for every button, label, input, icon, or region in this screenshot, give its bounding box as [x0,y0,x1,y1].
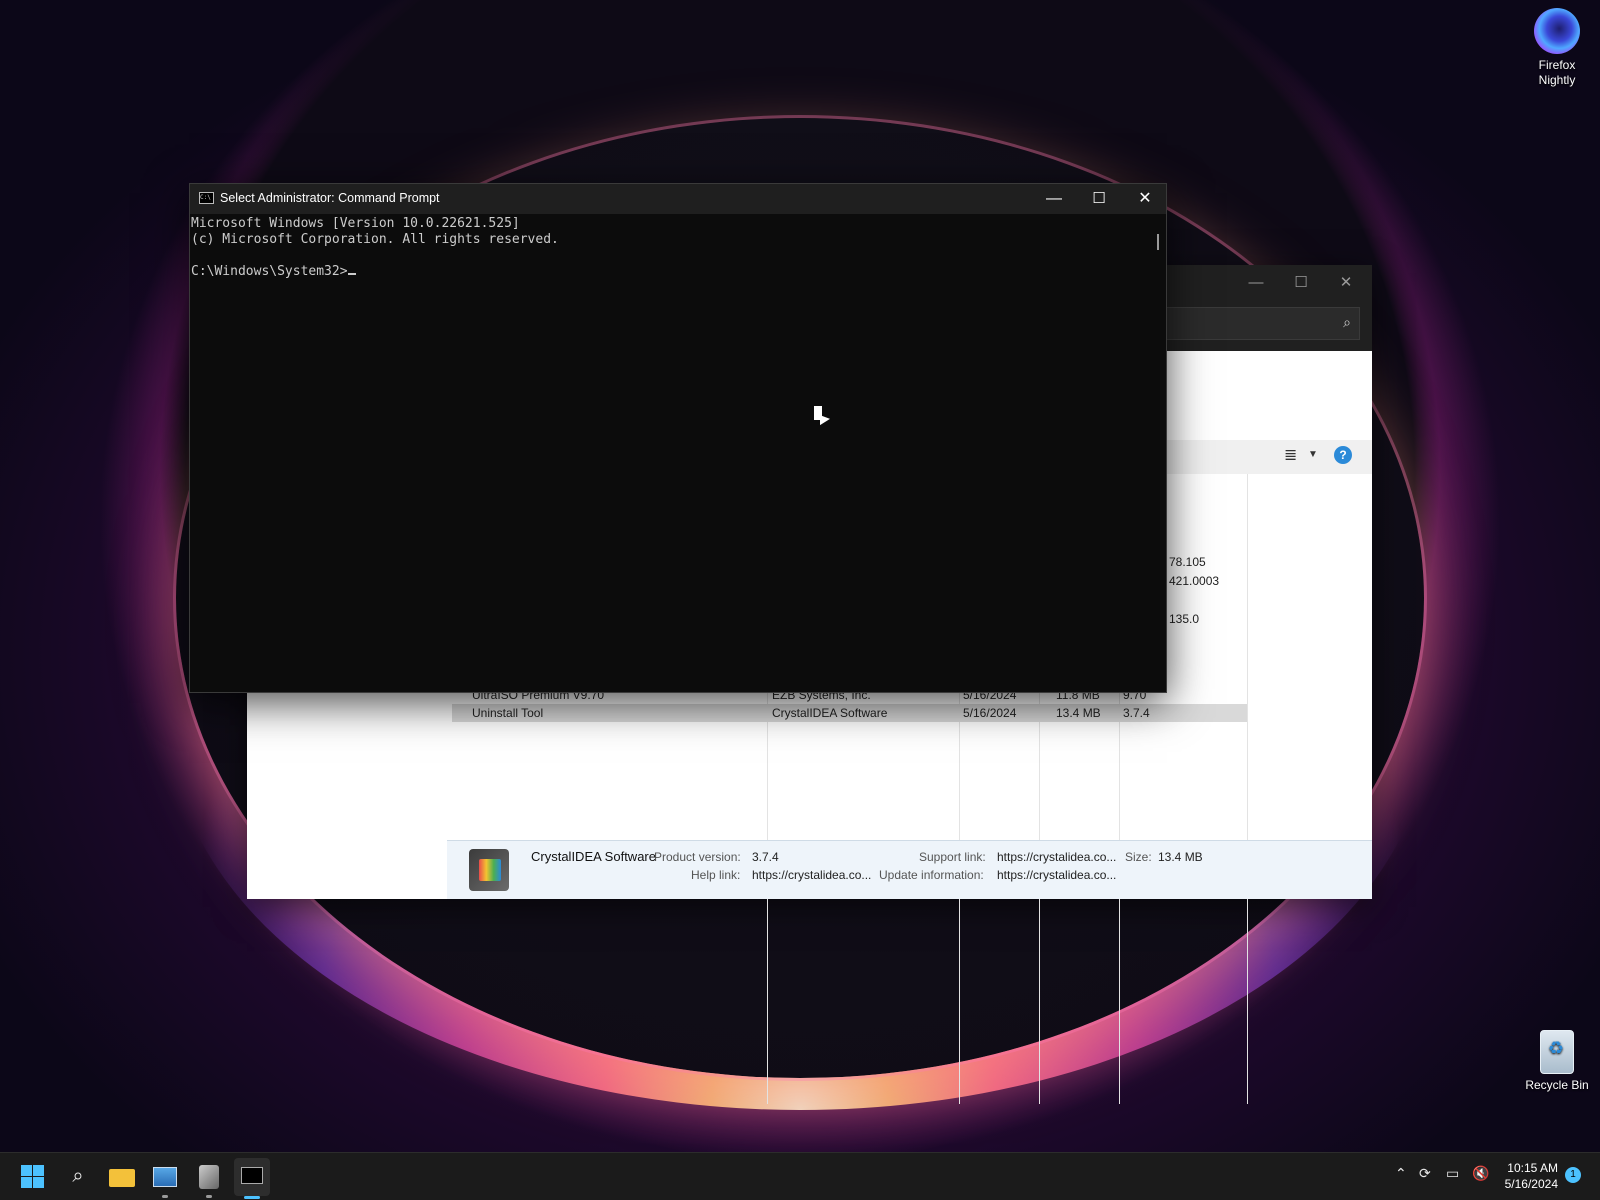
firefox-nightly-icon [1534,8,1580,54]
taskbar-control-panel[interactable] [149,1161,181,1193]
windows-logo-icon [33,1177,44,1188]
firefox-label-line2: Nightly [1538,73,1576,87]
cmd-console-output[interactable]: Microsoft Windows [Version 10.0.22621.52… [190,214,1148,692]
windows-logo-icon [21,1177,32,1188]
cmd-scrollbar[interactable] [1157,234,1159,250]
ut-search-input[interactable]: ⌕ [1147,307,1360,340]
row-version: 3.7.4 [1123,706,1150,720]
table-row-selected[interactable]: Uninstall Tool CrystalIDEA Software 5/16… [452,704,1247,722]
detail-publisher: CrystalIDEA Software [531,849,656,864]
row-publisher: CrystalIDEA Software [772,706,888,720]
terminal-icon [241,1167,263,1184]
version-cell: 135.0 [1169,612,1200,626]
column-divider [1247,474,1248,1104]
taskbar-search-button[interactable]: ⌕ [62,1161,94,1193]
ut-minimize-button[interactable]: — [1234,269,1278,297]
version-cell: 421.0003 [1169,574,1220,588]
network-icon[interactable]: ▭ [1446,1165,1459,1182]
console-prompt-line[interactable]: C:\Windows\System32> [191,264,1148,280]
cmd-titlebar[interactable]: C:\ Select Administrator: Command Prompt… [190,184,1166,214]
start-button[interactable] [18,1161,50,1193]
folder-icon [109,1169,135,1187]
search-icon: ⌕ [1343,314,1351,330]
detail-size-label: Size: [1125,850,1152,864]
uninstall-tool-icon [199,1165,219,1189]
version-cell: 78.105 [1169,555,1206,569]
desktop-icon-firefox-nightly[interactable]: Firefox Nightly [1517,8,1597,88]
detail-update-info-label: Update information: [879,868,984,882]
detail-product-version: 3.7.4 [752,850,779,864]
taskbar-command-prompt[interactable] [234,1158,270,1196]
detail-help-link[interactable]: https://crystalidea.co... [752,868,871,882]
running-indicator [206,1195,212,1198]
taskbar: ⌕ ⌃ ⟳ ▭ 🔇 10:15 AM 5/16/2024 1 [0,1152,1600,1200]
detail-support-link[interactable]: https://crystalidea.co... [997,850,1116,864]
ut-maximize-button[interactable]: ☐ [1279,269,1323,297]
text-cursor [347,273,356,275]
row-size: 13.4 MB [1056,706,1101,720]
console-prompt: C:\Windows\System32> [191,264,348,279]
detail-help-link-label: Help link: [691,868,741,882]
row-name: Uninstall Tool [472,706,544,720]
firefox-label-line1: Firefox [1538,58,1576,72]
detail-product-version-label: Product version: [654,850,741,864]
notification-badge[interactable]: 1 [1565,1167,1581,1183]
running-indicator [162,1195,168,1198]
cmd-title-text: Select Administrator: Command Prompt [220,191,440,205]
windows-logo-icon [21,1165,32,1176]
taskbar-uninstall-tool[interactable] [193,1161,225,1193]
details-pane: CrystalIDEA Software Product version: 3.… [447,840,1372,899]
control-panel-icon [153,1167,177,1187]
taskbar-clock[interactable]: 10:15 AM 5/16/2024 [1498,1160,1558,1192]
cmd-minimize-button[interactable]: — [1031,184,1077,214]
help-icon[interactable]: ? [1334,446,1352,464]
sync-icon[interactable]: ⟳ [1419,1165,1431,1182]
active-indicator [244,1196,260,1199]
ut-close-button[interactable]: ✕ [1324,269,1368,297]
taskbar-file-explorer[interactable] [106,1161,138,1193]
chevron-down-icon[interactable]: ▼ [1308,449,1318,460]
cmd-close-button[interactable]: ✕ [1122,184,1168,214]
detail-support-link-label: Support link: [919,850,986,864]
detail-update-info[interactable]: https://crystalidea.co... [997,868,1116,882]
volume-muted-icon[interactable]: 🔇 [1472,1165,1489,1182]
windows-logo-icon [33,1165,44,1176]
desktop-icon-recycle-bin[interactable]: Recycle Bin [1517,1030,1597,1093]
cmd-maximize-button[interactable]: ☐ [1076,184,1122,214]
console-line: (c) Microsoft Corporation. All rights re… [191,232,559,247]
uninstall-tool-logo-icon [469,849,509,891]
command-prompt-window[interactable]: C:\ Select Administrator: Command Prompt… [189,183,1167,693]
console-line: Microsoft Windows [Version 10.0.22621.52… [191,216,520,231]
detail-size: 13.4 MB [1158,850,1203,864]
recycle-bin-label: Recycle Bin [1525,1078,1589,1092]
row-date: 5/16/2024 [963,706,1017,720]
view-list-icon[interactable]: ≣ [1284,445,1297,465]
chevron-up-icon[interactable]: ⌃ [1395,1165,1407,1182]
clock-date: 5/16/2024 [1504,1177,1558,1191]
recycle-bin-icon [1540,1030,1574,1074]
clock-time: 10:15 AM [1507,1161,1558,1175]
cmd-app-icon: C:\ [199,192,214,204]
